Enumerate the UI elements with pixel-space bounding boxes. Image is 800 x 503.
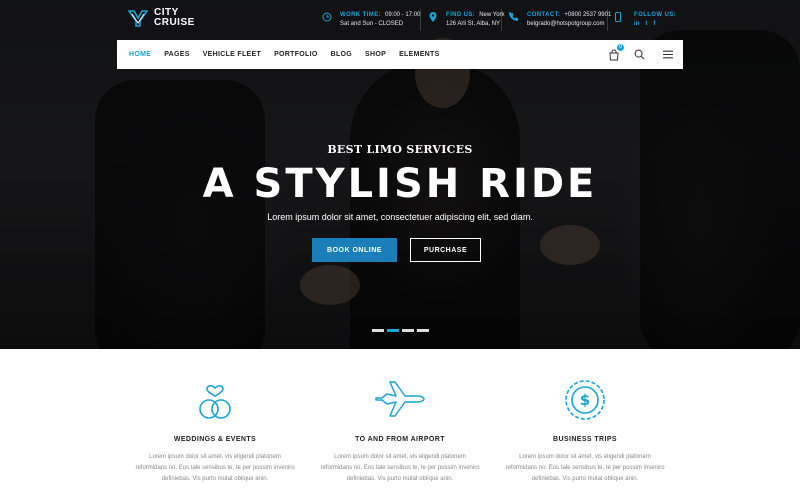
svg-text:$: $ bbox=[580, 391, 590, 409]
divider bbox=[607, 9, 608, 31]
nav-blog[interactable]: BLOG bbox=[331, 51, 352, 58]
find-us-label: FIND US: bbox=[446, 12, 476, 18]
feature-text: Lorem ipsum dolor sit amet, vis eligendi… bbox=[495, 452, 675, 485]
feature-text: Lorem ipsum dolor sit amet, vis eligendi… bbox=[310, 452, 490, 485]
logo-line-2: CRUISE bbox=[154, 17, 195, 28]
nav-home[interactable]: HOME bbox=[129, 51, 151, 58]
feature-title: WEDDINGS & EVENTS bbox=[173, 436, 257, 443]
map-pin-icon bbox=[429, 12, 437, 22]
find-us-address: 126 Arli St, Alba, NY bbox=[446, 21, 501, 27]
divider bbox=[420, 9, 421, 31]
purchase-button[interactable]: PURCHASE bbox=[410, 238, 481, 262]
feature-title: TO AND FROM AIRPORT bbox=[355, 436, 445, 443]
feature-weddings: WEDDINGS & EVENTS Lorem ipsum dolor sit … bbox=[125, 378, 305, 485]
contact-phone[interactable]: +0800 2537 9901 bbox=[564, 11, 611, 20]
shopping-bag-icon bbox=[609, 49, 619, 61]
work-time-closed: Sat and Sun - CLOSED bbox=[340, 21, 404, 27]
cart-button[interactable]: 0 bbox=[608, 44, 624, 61]
slide-dot[interactable] bbox=[417, 329, 429, 332]
nav-pages[interactable]: PAGES bbox=[164, 51, 190, 58]
slide-dot[interactable] bbox=[372, 329, 384, 332]
hero-title: A STYLISH RIDE bbox=[202, 161, 598, 207]
feature-text-line: definiebas. Vis purto mutat oblique anin… bbox=[346, 476, 454, 482]
phone-icon bbox=[509, 12, 518, 21]
social-block: FOLLOW US: in t f bbox=[634, 11, 676, 27]
menu-icon[interactable] bbox=[663, 50, 673, 59]
feature-text-line: Lorem ipsum dolor sit amet, vis eligendi… bbox=[519, 454, 651, 460]
feature-text-line: Lorem ipsum dolor sit amet, vis eligendi… bbox=[149, 454, 281, 460]
divider bbox=[501, 9, 502, 31]
book-online-button[interactable]: BOOK ONLINE bbox=[312, 238, 397, 262]
facebook-icon[interactable]: f bbox=[653, 21, 655, 27]
feature-text-line: reformidans no. Eos tale sensibus te, te… bbox=[505, 465, 665, 471]
nav-portfolio[interactable]: PORTFOLIO bbox=[274, 51, 318, 58]
nav-elements[interactable]: ELEMENTS bbox=[399, 51, 440, 58]
main-nav: HOME PAGES VEHICLE FLEET PORTFOLIO BLOG … bbox=[117, 40, 683, 69]
slide-dot-active[interactable] bbox=[387, 329, 399, 332]
rings-heart-icon bbox=[199, 384, 231, 419]
contact-info: CONTACT: +0800 2537 9901 belgrado@hotspot… bbox=[509, 11, 611, 29]
linkedin-icon[interactable]: in bbox=[634, 21, 639, 27]
feature-text-line: reformidans no. Eos tale sensibus te, te… bbox=[135, 465, 295, 471]
mobile-icon bbox=[615, 12, 621, 22]
feature-text-line: Lorem ipsum dolor sit amet, vis eligendi… bbox=[334, 454, 466, 460]
feature-text-line: definiebas. Vis purto mutat oblique anin… bbox=[531, 476, 639, 482]
slide-dot[interactable] bbox=[402, 329, 414, 332]
feature-airport: TO AND FROM AIRPORT Lorem ipsum dolor si… bbox=[310, 378, 490, 485]
search-icon[interactable] bbox=[634, 49, 645, 60]
slider-pagination bbox=[372, 329, 429, 332]
nav-vehicle-fleet[interactable]: VEHICLE FLEET bbox=[203, 51, 261, 58]
logo-icon bbox=[128, 10, 148, 27]
logo-text: CITY CRUISE bbox=[154, 8, 195, 28]
work-time-info: WORK TIME: 09:00 - 17:00 Sat and Sun - CL… bbox=[322, 11, 420, 29]
clock-icon bbox=[322, 12, 332, 22]
hero-subtitle: Lorem ipsum dolor sit amet, consectetuer… bbox=[267, 212, 533, 222]
contact-email[interactable]: belgrado@hotspotgroup.com bbox=[527, 20, 604, 29]
feature-text: Lorem ipsum dolor sit amet, vis eligendi… bbox=[125, 452, 305, 485]
nav-shop[interactable]: SHOP bbox=[365, 51, 386, 58]
find-us-info: FIND US: New York 126 Arli St, Alba, NY bbox=[428, 11, 505, 29]
airplane-icon bbox=[375, 381, 425, 417]
twitter-icon[interactable]: t bbox=[645, 21, 647, 27]
work-time-value: 09:00 - 17:00 bbox=[385, 12, 421, 18]
contact-label: CONTACT: bbox=[527, 12, 561, 18]
feature-text-line: definiebas. Vis purto mutat oblique anin… bbox=[161, 476, 269, 482]
cart-count-badge: 0 bbox=[617, 44, 624, 51]
hero-kicker: BEST LIMO SERVICES bbox=[327, 143, 473, 156]
logo[interactable]: CITY CRUISE bbox=[128, 8, 195, 28]
feature-title: BUSINESS TRIPS bbox=[553, 436, 617, 443]
feature-text-line: reformidans no. Eos tale sensibus te, te… bbox=[320, 465, 480, 471]
work-time-label: WORK TIME: bbox=[340, 12, 381, 18]
dollar-coin-icon: $ bbox=[565, 380, 605, 420]
feature-business: $ BUSINESS TRIPS Lorem ipsum dolor sit a… bbox=[495, 378, 675, 485]
hero-banner: CITY CRUISE WORK TIME: 09:00 - 17:00 Sat … bbox=[0, 0, 800, 349]
follow-us-label: FOLLOW US: bbox=[634, 12, 676, 18]
